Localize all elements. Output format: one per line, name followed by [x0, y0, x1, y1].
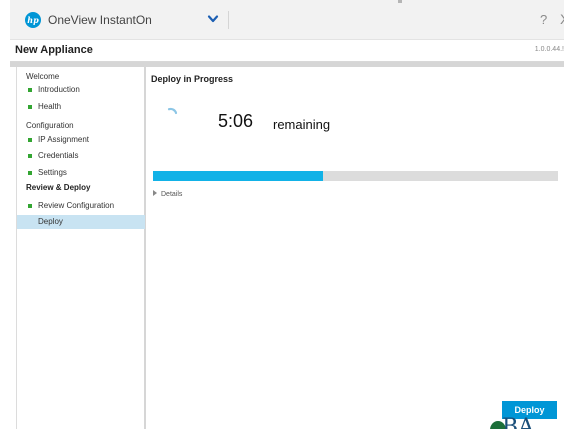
- sidebar-item-label: Introduction: [38, 85, 80, 94]
- complete-square-icon: [28, 105, 32, 109]
- complete-square-icon: [28, 171, 32, 175]
- titlebar-separator: [228, 11, 229, 29]
- complete-square-icon: [28, 154, 32, 158]
- close-button[interactable]: X: [560, 11, 564, 27]
- sidebar-item-label: IP Assignment: [38, 135, 89, 144]
- sidebar-section-configuration: Configuration: [26, 121, 74, 130]
- complete-square-icon: [28, 88, 32, 92]
- sidebar-item-label: Health: [38, 102, 62, 111]
- page-edge: [0, 0, 10, 429]
- top-marker: [398, 0, 402, 3]
- hp-logo-icon: hp: [25, 12, 41, 28]
- help-button[interactable]: ?: [540, 12, 547, 27]
- page-title: Deploy in Progress: [151, 74, 234, 84]
- sidebar-item-label: Settings: [38, 168, 67, 177]
- sidebar-item-credentials[interactable]: Credentials: [17, 150, 145, 162]
- svg-text:BA: BA: [502, 415, 535, 429]
- deploy-progress-fill: [153, 171, 324, 181]
- sidebar-item-label: Credentials: [38, 151, 79, 160]
- main-panel: Deploy in Progress 5:06 remaining Detail…: [148, 67, 564, 429]
- loading-spinner-icon: [167, 107, 178, 115]
- dialog-header: New Appliance 1.0.0.44.!: [10, 40, 564, 62]
- sidebar-item-label: Deploy: [38, 217, 63, 226]
- details-toggle[interactable]: Details: [153, 190, 182, 198]
- window-titlebar: hp OneView InstantOn ? X: [10, 0, 564, 40]
- version-label: 1.0.0.44.!: [534, 46, 564, 53]
- watermark-logo: BA: [462, 413, 564, 429]
- sidebar-section-review-deploy: Review & Deploy: [26, 183, 91, 192]
- sidebar-item-health[interactable]: Health: [17, 101, 145, 113]
- chevron-down-icon[interactable]: [207, 13, 219, 25]
- sidebar-section-welcome: Welcome: [26, 72, 60, 81]
- dialog-title: New Appliance: [15, 44, 93, 56]
- sidebar-item-deploy[interactable]: Deploy: [17, 215, 145, 229]
- sidebar-item-settings[interactable]: Settings: [17, 167, 145, 179]
- sidebar-item-label: Review Configuration: [38, 201, 115, 210]
- complete-square-icon: [28, 138, 32, 142]
- complete-square-icon: [28, 204, 32, 208]
- details-label: Details: [161, 191, 183, 198]
- time-remaining-label: remaining: [273, 117, 331, 132]
- wizard-sidebar: Welcome Introduction Health Configuratio…: [16, 67, 146, 429]
- deploy-progress-bar: [153, 171, 558, 181]
- app-title: OneView InstantOn: [48, 13, 152, 27]
- sidebar-item-introduction[interactable]: Introduction: [17, 84, 145, 96]
- sidebar-item-review-configuration[interactable]: Review Configuration: [17, 200, 145, 212]
- sidebar-item-ip-assignment[interactable]: IP Assignment: [17, 134, 145, 146]
- expand-triangle-icon: [153, 190, 157, 196]
- time-remaining-value: 5:06: [218, 111, 254, 131]
